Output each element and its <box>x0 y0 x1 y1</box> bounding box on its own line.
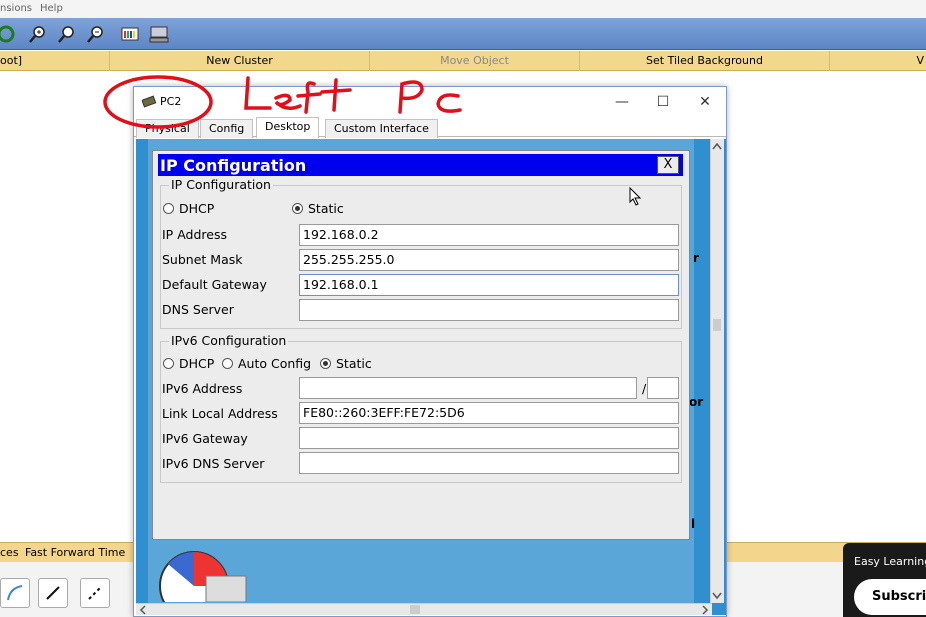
link-local-address-field[interactable]: FE80::260:3EFF:FE72:5D6 <box>299 402 679 424</box>
zoom-out-icon[interactable] <box>84 22 108 46</box>
ipv6-static-label: Static <box>336 356 372 371</box>
ipv6-legend: IPv6 Configuration <box>169 333 289 348</box>
close-button[interactable]: ✕ <box>691 92 719 112</box>
scroll-right-icon[interactable] <box>700 604 710 615</box>
radio-circle-selected <box>292 203 303 214</box>
dns-server-label: DNS Server <box>162 302 234 317</box>
ipv6-dhcp-radio[interactable]: DHCP <box>163 356 214 371</box>
zoom-in-icon[interactable] <box>26 22 50 46</box>
ipv6-address-label: IPv6 Address <box>162 381 243 396</box>
tab-config[interactable]: Config <box>200 119 254 138</box>
vertical-scrollbar[interactable] <box>710 139 724 603</box>
window-tabs: Physical Config Desktop Custom Interface <box>134 117 726 138</box>
desktop-text-fragment: or <box>689 395 704 409</box>
menu-item-help[interactable]: Help <box>40 3 63 14</box>
channel-name[interactable]: Easy Learning <box>854 555 926 568</box>
ipv4-dhcp-label: DHCP <box>179 201 215 216</box>
radio-circle <box>222 358 233 369</box>
main-toolbar <box>0 18 926 50</box>
root-button[interactable]: oot] <box>0 51 110 71</box>
straight-cable-icon[interactable] <box>38 578 68 608</box>
window-titlebar[interactable]: PC2 — ☐ ✕ <box>134 87 726 117</box>
set-tiled-background-button[interactable]: Set Tiled Background <box>580 51 830 71</box>
ipv6-gateway-field[interactable] <box>299 427 679 449</box>
ipv6-gateway-label: IPv6 Gateway <box>162 431 248 446</box>
horizontal-scrollbar[interactable] <box>136 603 712 615</box>
default-gateway-field[interactable]: 192.168.0.1 <box>299 274 679 296</box>
viewport-button[interactable]: V <box>830 51 926 71</box>
menu-item-extensions[interactable]: nsions <box>0 3 32 14</box>
subnet-mask-label: Subnet Mask <box>162 252 243 267</box>
ipv6-dns-server-label: IPv6 DNS Server <box>162 456 265 471</box>
scroll-down-icon[interactable] <box>711 591 723 601</box>
ipv4-dhcp-radio[interactable]: DHCP <box>163 201 214 216</box>
device-manager-icon[interactable] <box>147 22 171 46</box>
maximize-button[interactable]: ☐ <box>649 92 677 112</box>
tab-physical[interactable]: Physical <box>136 119 199 138</box>
ipv4-static-label: Static <box>308 201 344 216</box>
ipv4-legend: IP Configuration <box>169 177 273 192</box>
curved-line-icon[interactable] <box>0 578 30 608</box>
default-gateway-label: Default Gateway <box>162 277 267 292</box>
subscribe-button[interactable]: Subscribe <box>854 579 926 615</box>
tab-custom-interface[interactable]: Custom Interface <box>325 119 438 138</box>
refresh-icon[interactable] <box>0 22 18 46</box>
ipv6-auto-config-label: Auto Config <box>238 356 312 371</box>
youtube-overlay: Easy Learning Subscribe <box>843 543 926 617</box>
ip-address-label: IP Address <box>162 227 227 242</box>
pie-chart-icon[interactable] <box>156 542 252 602</box>
desktop-text-fragment: l <box>691 517 696 531</box>
ipv6-config-group: IPv6 Configuration DHCP Auto Config Stat… <box>160 333 682 483</box>
ipv4-config-group: IP Configuration DHCP Static IP Address … <box>160 177 682 329</box>
logical-nav-bar: oot] New Cluster Move Object Set Tiled B… <box>0 51 926 71</box>
window-title: PC2 <box>160 95 182 108</box>
sim-label: ces <box>0 546 19 559</box>
scroll-thumb[interactable] <box>713 319 721 331</box>
radio-circle <box>163 358 174 369</box>
fast-forward-button[interactable]: Fast Forward Time <box>25 546 125 559</box>
scroll-up-icon[interactable] <box>711 141 723 151</box>
move-object-button[interactable]: Move Object <box>370 51 580 71</box>
ipv4-static-radio[interactable]: Static <box>292 201 344 216</box>
palette-icon[interactable] <box>118 22 142 46</box>
zoom-reset-icon[interactable] <box>55 22 79 46</box>
subnet-mask-field[interactable]: 255.255.255.0 <box>299 249 679 271</box>
dashed-cable-icon[interactable] <box>80 578 110 608</box>
dialog-close-button[interactable]: X <box>657 156 679 174</box>
prefix-separator: / <box>642 381 647 396</box>
ipv6-dhcp-label: DHCP <box>179 356 215 371</box>
ipv6-prefix-field[interactable] <box>647 377 679 399</box>
scroll-left-icon[interactable] <box>138 604 148 615</box>
new-cluster-button[interactable]: New Cluster <box>110 51 370 71</box>
pc-device-icon <box>141 95 158 112</box>
radio-circle-selected <box>320 358 331 369</box>
ip-address-field[interactable]: 192.168.0.2 <box>299 224 679 246</box>
minimize-button[interactable]: — <box>608 92 636 112</box>
dialog-title: IP Configuration <box>160 156 307 175</box>
mouse-cursor-icon <box>629 187 642 206</box>
ipv6-dns-server-field[interactable] <box>299 452 679 474</box>
tab-desktop[interactable]: Desktop <box>256 117 320 138</box>
ip-configuration-dialog: IP Configuration X IP Configuration DHCP… <box>152 150 690 540</box>
desktop-text-fragment: r <box>693 251 699 265</box>
ipv6-auto-config-radio[interactable]: Auto Config <box>222 356 311 371</box>
menu-bar: nsions Help <box>0 0 926 18</box>
scroll-thumb[interactable] <box>410 605 420 614</box>
dialog-titlebar: IP Configuration X <box>158 154 683 176</box>
dns-server-field[interactable] <box>299 299 679 321</box>
ipv6-static-radio[interactable]: Static <box>320 356 372 371</box>
ipv6-address-field[interactable] <box>299 377 637 399</box>
radio-circle <box>163 203 174 214</box>
link-local-address-label: Link Local Address <box>162 406 278 421</box>
